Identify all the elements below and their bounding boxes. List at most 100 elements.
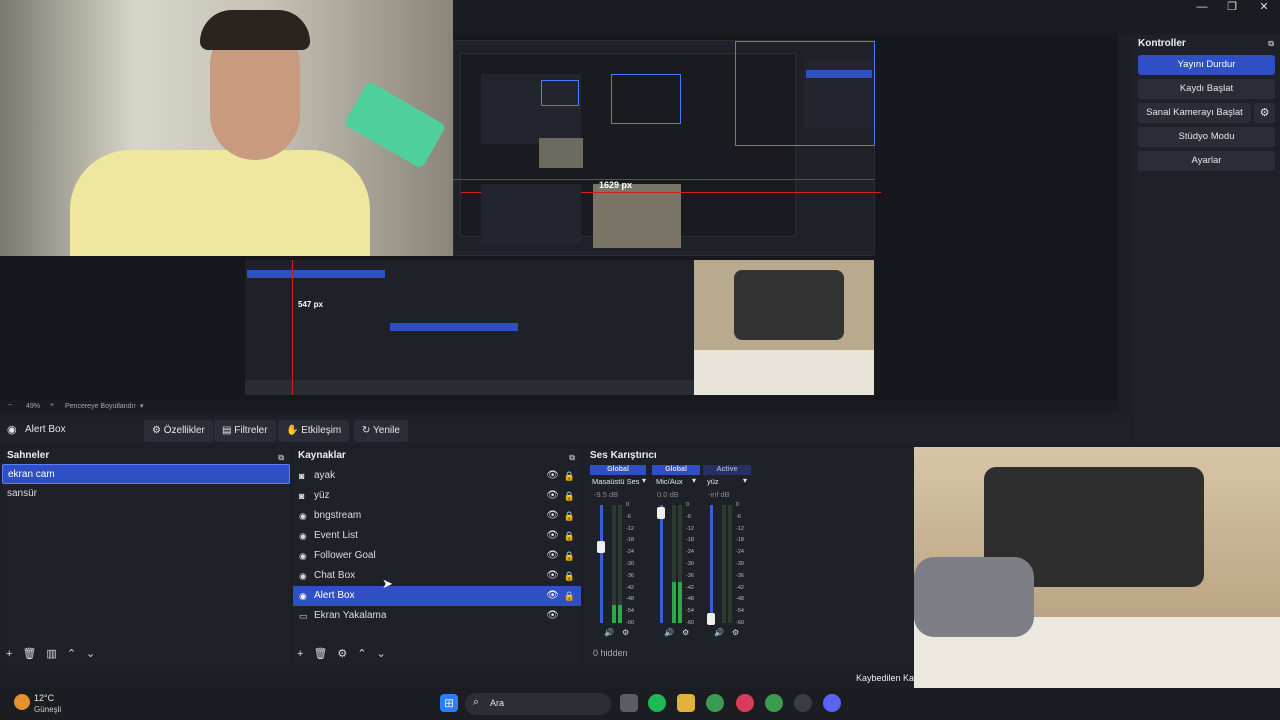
close-button[interactable]: ✕ [1248,0,1280,14]
lock-icon[interactable]: 🔒 [564,466,575,486]
fader-handle[interactable] [707,613,715,625]
move-up-icon[interactable]: ⌃ [67,648,76,660]
eye-icon[interactable]: 👁 [546,546,559,566]
eye-icon[interactable]: 👁 [546,466,559,486]
channel-name[interactable]: Masaüstü Ses [592,477,640,486]
chevron-down-icon[interactable]: ▾ [140,402,144,410]
chevron-down-icon[interactable]: ▾ [743,476,747,485]
source-item[interactable]: ◙ ayak 👁 🔒 [293,466,581,486]
db-tick-label: -54 [686,608,694,615]
undock-icon[interactable]: ⧉ [569,450,575,466]
source-item[interactable]: ◉ Alert Box 👁 🔒 [293,586,581,606]
windows-start-icon[interactable]: ⊞ [440,694,458,712]
filter-icon[interactable]: ▥ [46,648,56,660]
db-tick-label: 0 [736,502,740,508]
channel-name[interactable]: Mic/Aux [656,477,683,486]
chrome-icon[interactable] [706,694,724,712]
scene-item[interactable]: ekran cam [2,464,290,484]
zoom-in-button[interactable]: + [50,402,54,409]
source-item[interactable]: ▭ Ekran Yakalama 👁 [293,606,581,626]
properties-button[interactable]: ⚙ Özellikler [144,420,213,442]
gear-icon[interactable]: ⚙ [337,648,347,660]
eye-icon[interactable]: 👁 [546,566,559,586]
stop-stream-button[interactable]: Yayını Durdur [1138,55,1275,75]
spotify-icon[interactable] [648,694,666,712]
gear-icon[interactable]: ⚙ [732,628,739,637]
settings-button[interactable]: Ayarlar [1138,151,1275,171]
source-item[interactable]: ◉ Chat Box 👁 🔒 [293,566,581,586]
zoom-bar: − 49% + Pencereye Boyutlandır ▾ [0,401,1118,413]
trash-icon[interactable]: 🗑 [22,648,36,660]
nested-active-button [806,70,872,78]
eye-icon[interactable]: 👁 [546,506,559,526]
gear-icon[interactable]: ⚙ [622,628,629,637]
move-down-icon[interactable]: ⌄ [86,648,95,660]
add-icon[interactable]: + [6,648,12,660]
task-view-icon[interactable] [620,694,638,712]
move-up-icon[interactable]: ⌃ [357,648,366,660]
scenes-title: Sahneler ⧉ [2,448,290,464]
restore-button[interactable]: ❐ [1216,0,1248,14]
file-explorer-icon[interactable] [677,694,695,712]
browser-icon: ◉ [7,424,17,436]
speaker-icon[interactable]: 🔊 [714,628,724,637]
preview-canvas[interactable]: 1629 px [453,40,881,256]
search-box[interactable]: ⌕ Ara [465,693,611,715]
start-virtual-camera-button[interactable]: Sanal Kamerayı Başlat [1138,103,1251,123]
add-icon[interactable]: + [297,648,303,660]
trash-icon[interactable]: 🗑 [313,648,327,660]
volume-fader[interactable] [600,505,603,623]
discord-icon[interactable] [823,694,841,712]
minimize-button[interactable]: — [1186,0,1218,14]
obs-icon[interactable] [794,694,812,712]
eye-icon[interactable]: 👁 [546,486,559,506]
fader-handle[interactable] [657,507,665,519]
scene-item[interactable]: sansür [2,484,290,504]
level-meter [728,505,732,623]
source-item[interactable]: ◉ bngstream 👁 🔒 [293,506,581,526]
source-item[interactable]: ◉ Follower Goal 👁 🔒 [293,546,581,566]
eye-icon[interactable]: 👁 [546,586,559,606]
eye-icon[interactable]: 👁 [546,526,559,546]
zoom-mode[interactable]: Pencereye Boyutlandır [65,403,136,410]
selection-box[interactable] [735,41,875,146]
webcam-face-feed[interactable] [0,0,453,256]
weather-icon[interactable] [14,694,30,710]
db-tick-label: -24 [626,549,634,556]
zoom-out-button[interactable]: − [8,402,12,409]
eye-icon[interactable]: 👁 [546,606,559,626]
gear-icon[interactable]: ⚙ [1254,103,1275,123]
chrome-icon[interactable] [765,694,783,712]
interact-button[interactable]: ✋ Etkileşim [278,420,350,442]
gear-icon[interactable]: ⚙ [682,628,689,637]
db-tick-label: -12 [736,525,744,532]
db-tick-label: -18 [686,537,694,544]
fader-handle[interactable] [597,541,605,553]
refresh-button[interactable]: ↻ Yenile [354,420,408,442]
lock-icon[interactable]: 🔒 [564,506,575,526]
lock-icon[interactable]: 🔒 [564,526,575,546]
camera-icon: ◙ [299,491,305,501]
source-item[interactable]: ◙ yüz 👁 🔒 [293,486,581,506]
lock-icon[interactable]: 🔒 [564,566,575,586]
move-down-icon[interactable]: ⌄ [377,648,386,660]
chevron-down-icon[interactable]: ▾ [692,476,696,485]
app-icon[interactable] [736,694,754,712]
studio-mode-button[interactable]: Stüdyo Modu [1138,127,1275,147]
lock-icon[interactable]: 🔒 [564,586,575,606]
start-recording-button[interactable]: Kaydı Başlat [1138,79,1275,99]
lock-icon[interactable]: 🔒 [564,546,575,566]
volume-fader[interactable] [660,505,663,623]
filters-button[interactable]: ▤ Filtreler [214,420,276,442]
chevron-down-icon[interactable]: ▾ [642,476,646,485]
speaker-icon[interactable]: 🔊 [604,628,614,637]
volume-fader[interactable] [710,505,713,623]
undock-icon[interactable]: ⧉ [1268,36,1274,52]
source-item[interactable]: ◉ Event List 👁 🔒 [293,526,581,546]
zoom-level: 49% [26,403,41,410]
channel-name[interactable]: yüz [707,477,719,486]
speaker-icon[interactable]: 🔊 [664,628,674,637]
lock-icon[interactable]: 🔒 [564,486,575,506]
db-tick-label: -42 [686,584,694,591]
browser-icon: ◉ [299,571,307,581]
